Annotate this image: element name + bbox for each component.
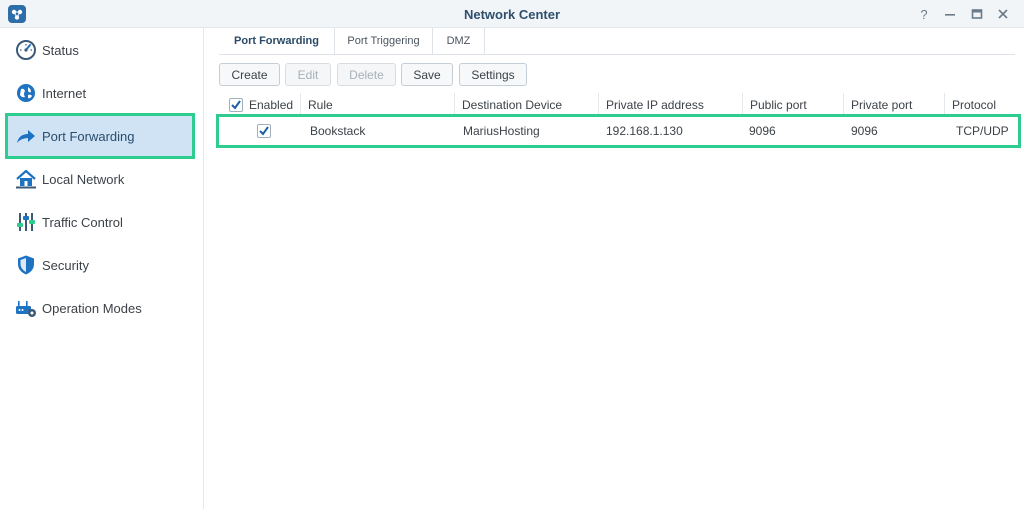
column-enabled[interactable]: Enabled bbox=[219, 93, 301, 116]
column-destination-device[interactable]: Destination Device bbox=[455, 93, 599, 116]
row-destination-device: MariusHosting bbox=[463, 124, 540, 138]
delete-button[interactable]: Delete bbox=[337, 63, 396, 86]
row-rule: Bookstack bbox=[310, 124, 366, 138]
window-title: Network Center bbox=[463, 7, 561, 22]
column-header-label: Enabled bbox=[249, 97, 294, 112]
sidebar-item-label: Port Forwarding bbox=[42, 128, 135, 144]
settings-button[interactable]: Settings bbox=[459, 63, 527, 86]
sidebar-item-label: Local Network bbox=[42, 171, 125, 187]
save-button[interactable]: Save bbox=[401, 63, 453, 86]
tab-port-triggering[interactable]: Port Triggering bbox=[335, 28, 433, 54]
close-icon[interactable] bbox=[993, 4, 1013, 24]
row-enabled-cell[interactable] bbox=[219, 117, 301, 145]
minimize-icon[interactable] bbox=[940, 4, 960, 24]
row-protocol: TCP/UDP bbox=[956, 124, 1009, 138]
column-public-port[interactable]: Public port bbox=[743, 93, 844, 116]
sidebar-item-internet[interactable]: Internet bbox=[8, 73, 192, 113]
globe-icon bbox=[15, 82, 37, 104]
row-public-port: 9096 bbox=[749, 124, 776, 138]
sidebar-item-label: Status bbox=[42, 42, 79, 58]
house-icon bbox=[15, 168, 37, 190]
column-private-port[interactable]: Private port bbox=[844, 93, 945, 116]
grid-header: Enabled Rule Destination Device Private … bbox=[219, 93, 1015, 116]
row-private-port: 9096 bbox=[851, 124, 878, 138]
row-enabled-checkbox[interactable] bbox=[257, 124, 271, 138]
sidebar-item-port-forwarding[interactable]: Port Forwarding bbox=[5, 113, 195, 159]
create-button[interactable]: Create bbox=[219, 63, 280, 86]
table-row[interactable]: Bookstack MariusHosting 192.168.1.130 90… bbox=[216, 114, 1021, 148]
row-private-ip: 192.168.1.130 bbox=[606, 124, 683, 138]
status-gauge-icon bbox=[15, 39, 37, 61]
column-protocol[interactable]: Protocol bbox=[945, 93, 1015, 116]
sliders-icon bbox=[15, 211, 37, 233]
sidebar-item-security[interactable]: Security bbox=[8, 245, 192, 285]
tab-dmz[interactable]: DMZ bbox=[433, 28, 485, 54]
maximize-icon[interactable] bbox=[967, 4, 987, 24]
sidebar-item-label: Security bbox=[42, 257, 89, 273]
sidebar-item-local-network[interactable]: Local Network bbox=[8, 159, 192, 199]
sidebar-item-label: Traffic Control bbox=[42, 214, 123, 230]
sidebar-item-label: Operation Modes bbox=[42, 300, 142, 316]
forward-arrow-icon bbox=[15, 125, 37, 147]
title-bar: Network Center ? bbox=[0, 0, 1024, 28]
column-private-ip[interactable]: Private IP address bbox=[599, 93, 743, 116]
router-gear-icon bbox=[15, 297, 37, 319]
sidebar-item-status[interactable]: Status bbox=[8, 30, 192, 70]
sidebar-item-traffic-control[interactable]: Traffic Control bbox=[8, 202, 192, 242]
column-rule[interactable]: Rule bbox=[301, 93, 455, 116]
sidebar-item-label: Internet bbox=[42, 85, 87, 101]
sidebar-item-operation-modes[interactable]: Operation Modes bbox=[8, 288, 192, 328]
help-icon[interactable]: ? bbox=[914, 4, 934, 24]
sidebar: Status Internet Port Forwarding Local Ne… bbox=[0, 28, 204, 509]
tab-bar: Port Forwarding Port Triggering DMZ bbox=[219, 28, 1015, 55]
select-all-checkbox[interactable] bbox=[229, 97, 243, 112]
shield-icon bbox=[15, 254, 37, 276]
edit-button[interactable]: Edit bbox=[285, 63, 331, 86]
tab-port-forwarding[interactable]: Port Forwarding bbox=[219, 28, 335, 54]
